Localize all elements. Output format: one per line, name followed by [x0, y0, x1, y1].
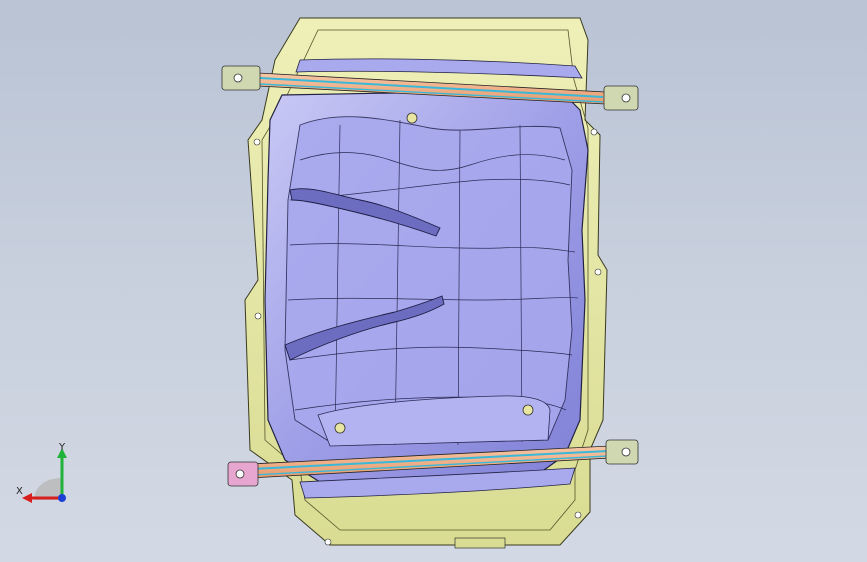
y-axis-label: Y [59, 442, 66, 453]
pan-floor [284, 116, 573, 446]
graphics-viewport[interactable]: Y X [0, 0, 867, 562]
mount-hole [522, 404, 534, 416]
bottom-tab [454, 537, 506, 549]
flange-bolt-hole [590, 128, 598, 136]
axis-triad [22, 448, 67, 503]
x-axis-label: X [16, 486, 23, 497]
bottom-strap-left-bracket[interactable] [227, 461, 259, 487]
flange-bolt-hole [253, 138, 261, 146]
mount-hole [406, 112, 418, 124]
flange-bolt-hole [574, 511, 582, 519]
bottom-strap-right-bracket[interactable] [605, 439, 639, 465]
top-strap-left-bracket[interactable] [221, 65, 261, 91]
flange-bolt-hole [594, 268, 602, 276]
flange-bolt-hole [324, 538, 332, 546]
flange-bolt-hole [254, 312, 262, 320]
oil-pan-model[interactable] [0, 0, 867, 562]
mount-hole [334, 422, 346, 434]
top-strap-right-bracket[interactable] [603, 85, 639, 111]
